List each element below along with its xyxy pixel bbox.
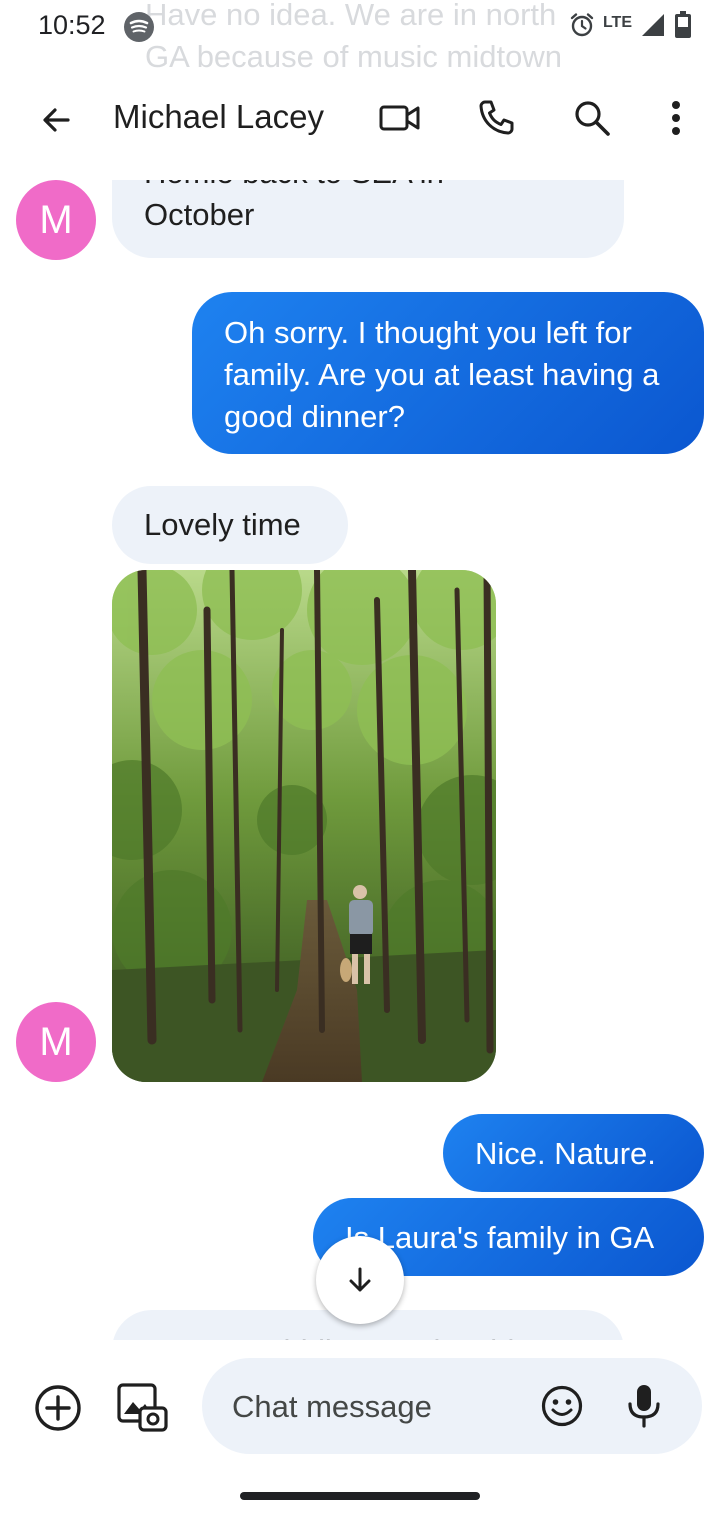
more-options-button[interactable] (652, 94, 700, 142)
chat-message-input[interactable] (230, 1386, 524, 1428)
contact-name[interactable]: Michael Lacey (113, 98, 324, 136)
signal-icon (640, 12, 666, 43)
search-icon (575, 101, 610, 136)
message-bubble-outgoing[interactable]: Nice. Nature. (443, 1114, 704, 1192)
photo-image (112, 570, 496, 1082)
forest-trail-photo[interactable] (112, 570, 496, 1082)
message-bubble-incoming[interactable]: Lovely time (112, 486, 348, 564)
phone-call-button[interactable] (472, 94, 520, 142)
mic-icon (628, 1385, 660, 1428)
emoji-button[interactable] (540, 1384, 584, 1428)
avatar-letter: M (39, 1019, 73, 1064)
more-vert-icon (672, 101, 680, 135)
spotify-icon (124, 12, 154, 42)
home-indicator[interactable] (240, 1492, 480, 1500)
phone-icon (479, 100, 514, 135)
message-bubble-incoming[interactable]: Homie back to SEA in October (112, 180, 624, 258)
contact-avatar[interactable]: M (16, 180, 96, 260)
app-bar: Michael Lacey (0, 70, 720, 166)
gallery-icon (117, 1383, 168, 1432)
status-icons: LTE (569, 10, 692, 44)
network-type: LTE (602, 14, 632, 31)
add-circle-icon (35, 1385, 81, 1431)
avatar-letter: M (39, 197, 73, 242)
status-bar: 10:52 LTE (0, 0, 720, 56)
attach-button[interactable] (34, 1384, 82, 1432)
back-button[interactable] (32, 96, 80, 144)
video-call-button[interactable] (376, 94, 424, 142)
message-bubble-outgoing[interactable]: Oh sorry. I thought you left for family.… (192, 292, 704, 454)
battery-icon (674, 10, 692, 44)
alarm-icon (569, 12, 595, 43)
video-call-icon (379, 105, 420, 131)
arrow-down-icon (349, 1267, 371, 1292)
contact-avatar[interactable]: M (16, 1002, 96, 1082)
status-time: 10:52 (38, 10, 106, 40)
voice-button[interactable] (622, 1382, 666, 1430)
message-thread[interactable]: M Homie back to SEA in October Oh sorry.… (0, 180, 720, 1340)
message-input-container (202, 1358, 702, 1454)
compose-bar (0, 1340, 720, 1470)
emoji-icon (541, 1385, 583, 1427)
back-arrow-icon (43, 108, 70, 132)
gallery-button[interactable] (116, 1382, 168, 1434)
search-button[interactable] (568, 94, 616, 142)
scroll-to-bottom-button[interactable] (316, 1236, 404, 1324)
